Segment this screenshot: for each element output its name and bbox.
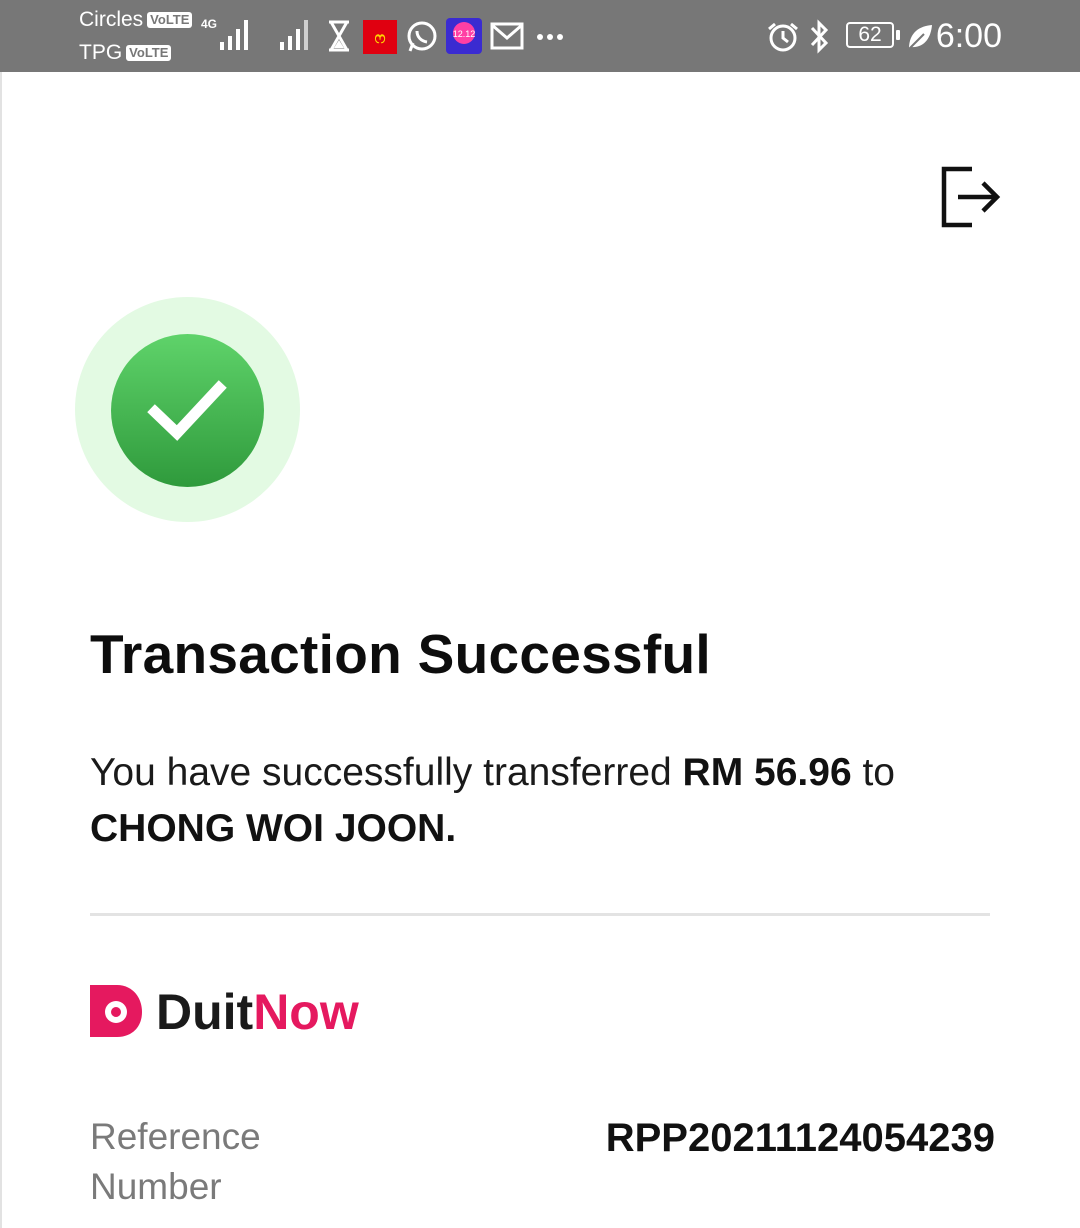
status-time: 6:00 xyxy=(935,17,1002,55)
volte-badge: VoLTE xyxy=(147,12,193,29)
signal-icon xyxy=(220,20,248,50)
message-mid: to xyxy=(851,751,896,794)
transfer-message: You have successfully transferred RM 56.… xyxy=(90,745,1030,857)
mail-icon xyxy=(490,22,524,50)
power-saving-leaf-icon xyxy=(908,25,932,50)
success-check-icon xyxy=(111,334,264,487)
carrier-1: Circles VoLTE xyxy=(79,8,193,32)
exit-button[interactable] xyxy=(938,166,1002,228)
svg-text:ෆ: ෆ xyxy=(375,30,386,47)
duitnow-wordmark: DuitNow xyxy=(156,982,359,1042)
duitnow-part2: Now xyxy=(253,984,359,1040)
transfer-amount: RM 56.96 xyxy=(682,751,852,794)
network-type: 4G xyxy=(201,17,218,31)
divider xyxy=(90,913,990,916)
signal-2-icon xyxy=(280,20,308,50)
volte-badge-2: VoLTE xyxy=(126,45,172,62)
screen-edge xyxy=(0,72,2,1228)
duitnow-part1: Duit xyxy=(156,984,254,1040)
alarm-icon xyxy=(768,22,798,52)
battery-icon: 62 xyxy=(846,22,894,48)
svg-text:12.12: 12.12 xyxy=(453,29,476,39)
battery-tip xyxy=(896,30,900,40)
carrier-1-name: Circles xyxy=(79,8,144,31)
bluetooth-icon xyxy=(810,19,829,54)
message-prefix: You have successfully transferred xyxy=(90,751,683,794)
hourglass-icon xyxy=(329,20,349,52)
app-notification-icon: ෆ xyxy=(363,20,397,54)
reference-label: Reference Number xyxy=(90,1116,261,1207)
reference-value: RPP20211124054239 xyxy=(605,1116,995,1160)
page-title: Transaction Successful xyxy=(90,623,711,685)
logout-icon xyxy=(941,166,1001,228)
more-notifications-icon xyxy=(537,34,563,40)
recipient-name: CHONG WOI JOON. xyxy=(90,807,457,850)
carrier-2: TPG VoLTE xyxy=(79,41,172,65)
shopping-app-icon: 12.12 xyxy=(446,18,482,54)
status-bar: Circles VoLTE TPG VoLTE 4G ෆ 12.12 62 6:… xyxy=(0,0,1080,72)
duitnow-logo-icon xyxy=(90,985,142,1037)
whatsapp-icon xyxy=(407,21,437,52)
carrier-2-name: TPG xyxy=(79,41,123,64)
